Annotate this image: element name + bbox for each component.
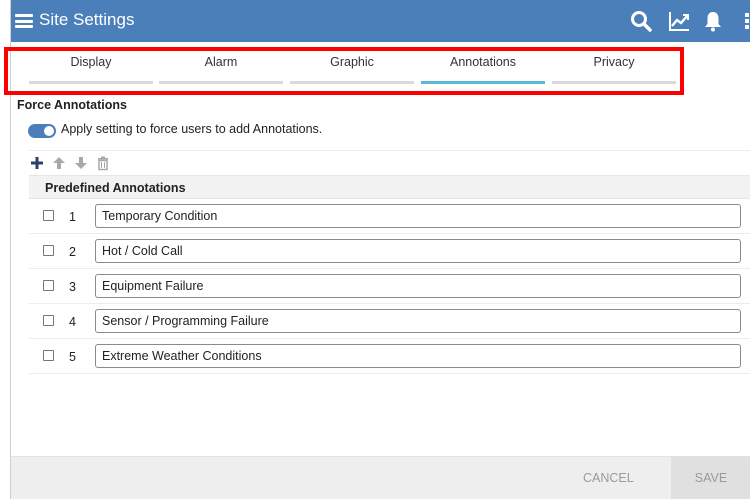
- row-checkbox[interactable]: [43, 245, 54, 256]
- row-number: 5: [69, 350, 76, 364]
- trend-chart-icon[interactable]: [667, 9, 691, 33]
- annotation-input[interactable]: Sensor / Programming Failure: [95, 309, 741, 333]
- annotation-input[interactable]: Hot / Cold Call: [95, 239, 741, 263]
- force-annotations-toggle[interactable]: [28, 124, 56, 138]
- arrow-down-icon[interactable]: [73, 155, 89, 171]
- section-title: Force Annotations: [17, 98, 127, 112]
- list-item: 1 Temporary Condition: [29, 199, 750, 234]
- arrow-up-icon[interactable]: [51, 155, 67, 171]
- more-vert-icon[interactable]: [735, 9, 750, 33]
- row-number: 3: [69, 280, 76, 294]
- menu-icon[interactable]: [15, 14, 33, 28]
- row-checkbox[interactable]: [43, 280, 54, 291]
- bell-icon[interactable]: [701, 9, 725, 33]
- save-button[interactable]: SAVE: [671, 457, 750, 499]
- dialog-footer: CANCEL SAVE: [11, 456, 750, 499]
- row-number: 4: [69, 315, 76, 329]
- row-checkbox[interactable]: [43, 210, 54, 221]
- annotation-input[interactable]: Extreme Weather Conditions: [95, 344, 741, 368]
- tabs-highlight-box: [4, 47, 684, 95]
- trash-icon[interactable]: [95, 155, 111, 171]
- annotation-input[interactable]: Temporary Condition: [95, 204, 741, 228]
- top-bar: Site Settings: [11, 0, 750, 42]
- list-item: 2 Hot / Cold Call: [29, 234, 750, 269]
- row-number: 2: [69, 245, 76, 259]
- cancel-button[interactable]: CANCEL: [583, 471, 634, 485]
- toggle-label: Apply setting to force users to add Anno…: [61, 122, 323, 136]
- search-icon[interactable]: [629, 9, 653, 33]
- list-item: 5 Extreme Weather Conditions: [29, 339, 750, 374]
- row-checkbox[interactable]: [43, 350, 54, 361]
- add-icon[interactable]: [29, 155, 45, 171]
- row-checkbox[interactable]: [43, 315, 54, 326]
- list-header-label: Predefined Annotations: [45, 181, 186, 195]
- row-number: 1: [69, 210, 76, 224]
- page-title: Site Settings: [39, 10, 135, 29]
- list-item: 3 Equipment Failure: [29, 269, 750, 304]
- list-item: 4 Sensor / Programming Failure: [29, 304, 750, 339]
- predefined-list-header: Predefined Annotations: [29, 175, 750, 199]
- toggle-knob: [44, 126, 54, 136]
- list-toolbar: [29, 150, 750, 174]
- annotation-input[interactable]: Equipment Failure: [95, 274, 741, 298]
